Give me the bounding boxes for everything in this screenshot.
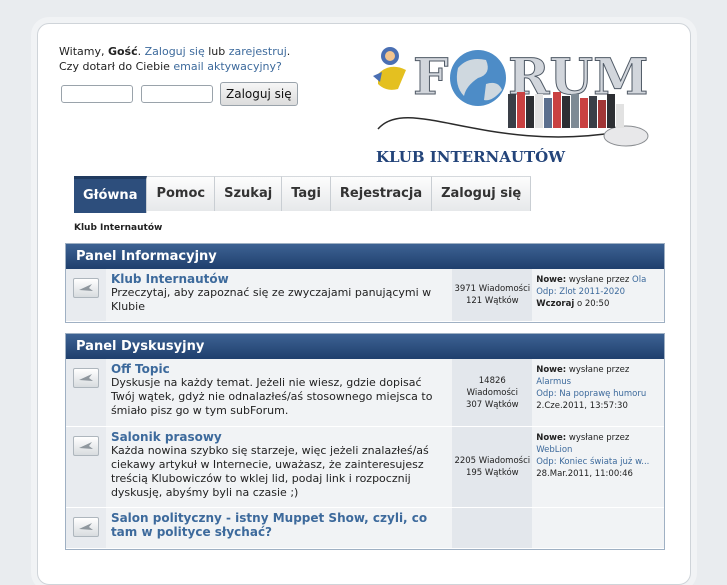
last-post-author[interactable]: Ola (632, 275, 646, 285)
forum-description: Każda nowina szybko się starzeje, więc j… (110, 444, 429, 499)
breadcrumb[interactable]: Klub Internautów (74, 223, 162, 233)
welcome-box: Witamy, Gość. Zaloguj się lub zarejestru… (59, 45, 291, 73)
last-post-author[interactable]: Alarmus (536, 377, 571, 387)
logo-mascot (373, 47, 406, 90)
login-form: Zaloguj się (61, 82, 298, 106)
thread-count: 121 Wątków (465, 296, 519, 306)
guest-name: Gość (107, 45, 138, 58)
forum-board-icon[interactable] (73, 436, 99, 456)
forum-row: Off Topic Dyskusje na każdy temat. Jeżel… (66, 359, 664, 427)
post-count: 14826 (478, 375, 506, 386)
forum-row: Salon polityczny - istny Muppet Show, cz… (66, 508, 664, 549)
forum-logo[interactable]: F RUM KLUB INTERNAUTÓW (368, 34, 668, 169)
tab-help[interactable]: Pomoc (147, 176, 216, 211)
panel-discussion: Panel Dyskusyjny Off Topic Dyskusje na k… (65, 333, 665, 550)
thread-count: 195 Wątków (465, 468, 519, 478)
tab-home[interactable]: Główna (74, 176, 148, 213)
username-input[interactable] (61, 85, 133, 103)
login-link[interactable]: Zaloguj się (145, 45, 205, 58)
forum-description: Dyskusje na każdy temat. Jeżeli nie wies… (110, 376, 433, 417)
forum-board-icon[interactable] (73, 278, 99, 298)
panel-title[interactable]: Panel Informacyjny (66, 244, 664, 269)
activation-link[interactable]: email aktywacyjny? (173, 60, 281, 73)
forum-stats: 2205 Wiadomości 195 Wątków (452, 427, 533, 507)
forum-board-icon[interactable] (73, 368, 99, 388)
logo-subtitle: KLUB INTERNAUTÓW (376, 148, 566, 166)
tab-login[interactable]: Zaloguj się (432, 176, 532, 211)
page-container: Witamy, Gość. Zaloguj się lub zarejestru… (37, 23, 691, 585)
logo-image: F RUM KLUB INTERNAUTÓW (373, 47, 649, 166)
forum-board-icon[interactable] (73, 517, 99, 537)
last-post-date: 28.Mar.2011, 11:00:46 (536, 469, 633, 479)
forum-title[interactable]: Off Topic (111, 362, 447, 376)
computer-mouse-icon (603, 125, 649, 147)
forum-stats: 3971 Wiadomości 121 Wątków (452, 269, 533, 321)
last-post-topic[interactable]: Odp: Zlot 2011-2020 (536, 287, 625, 297)
forum-row: Klub Internautów Przeczytaj, aby zapozna… (66, 269, 664, 322)
main-navigation: Główna Pomoc Szukaj Tagi Rejestracja Zal… (74, 176, 532, 213)
tab-search[interactable]: Szukaj (215, 176, 283, 211)
forum-description: Przeczytaj, aby zapoznać się ze zwyczaja… (110, 286, 432, 313)
thread-count: 307 Wątków (465, 399, 519, 410)
forum-stats: 14826 Wiadomości 307 Wątków (452, 359, 533, 426)
forum-title[interactable]: Salonik prasowy (111, 430, 447, 444)
or-text: lub (208, 45, 226, 58)
tab-tags[interactable]: Tagi (282, 176, 331, 211)
greeting-text: Witamy, (59, 45, 105, 58)
panel-title[interactable]: Panel Dyskusyjny (66, 334, 664, 359)
last-post: Nowe: wysłane przez Ola Odp: Zlot 2011-2… (532, 269, 664, 321)
last-post: Nowe: wysłane przez Alarmus Odp: Na popr… (532, 359, 664, 426)
activation-question: Czy dotarł do Ciebie (59, 60, 170, 73)
forum-row: Salonik prasowy Każda nowina szybko się … (66, 427, 664, 508)
last-post-date: 2.Cze.2011, 13:57:30 (536, 401, 628, 411)
forum-title[interactable]: Klub Internautów (111, 272, 447, 286)
forum-title[interactable]: Salon polityczny - istny Muppet Show, cz… (111, 511, 447, 539)
panel-information: Panel Informacyjny Klub Internautów Prze… (65, 243, 665, 323)
login-button[interactable]: Zaloguj się (220, 82, 298, 106)
password-input[interactable] (140, 85, 213, 103)
last-post-author[interactable]: WebLion (536, 445, 572, 455)
last-post-topic[interactable]: Odp: Koniec świata już w... (536, 457, 649, 467)
svg-text:F: F (413, 47, 449, 106)
last-post: Nowe: wysłane przez WebLion Odp: Koniec … (532, 427, 664, 507)
tab-register[interactable]: Rejestracja (330, 176, 433, 211)
post-count: 2205 Wiadomości (454, 456, 531, 466)
register-link[interactable]: zarejestruj (229, 45, 287, 58)
last-post-topic[interactable]: Odp: Na poprawę humoru (536, 389, 646, 399)
post-count: 3971 Wiadomości (454, 284, 531, 294)
